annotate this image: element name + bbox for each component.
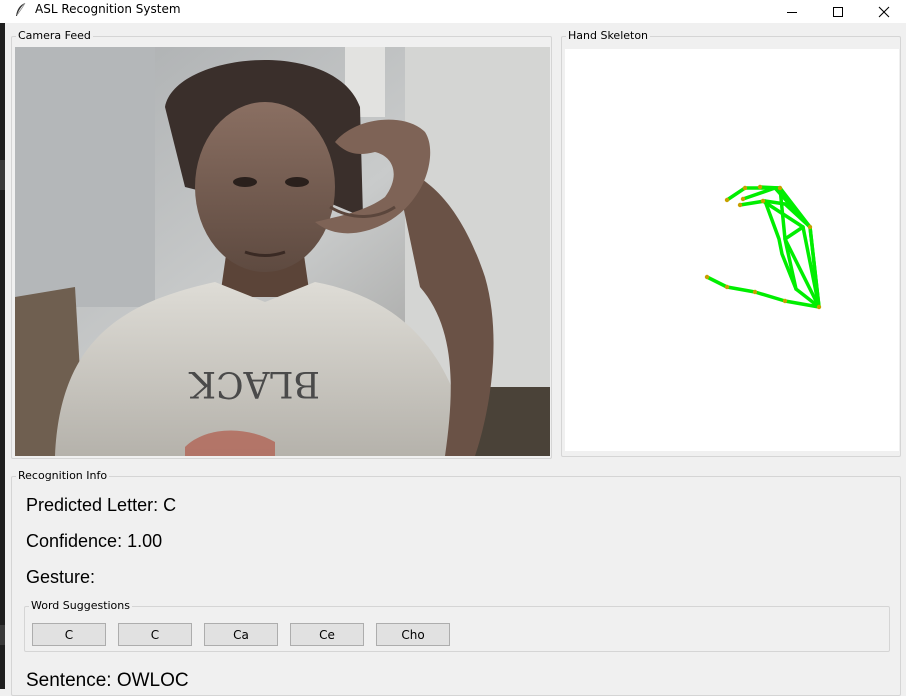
title-bar: ASL Recognition System (0, 0, 906, 23)
word-suggestion-button[interactable]: Ce (290, 623, 364, 646)
predicted-letter-text: Predicted Letter: C (26, 495, 177, 515)
recognition-info-label: Recognition Info (16, 469, 110, 483)
word-suggestion-button[interactable]: C (32, 623, 106, 646)
camera-feed-label: Camera Feed (16, 29, 93, 43)
maximize-button[interactable] (815, 0, 861, 23)
hand-skeleton-drawing (704, 184, 822, 310)
background-window-edge (0, 0, 5, 689)
recognition-info-panel: Recognition Info Predicted Letter: C Con… (11, 469, 901, 696)
word-suggestions-panel: Word Suggestions C C Ca Ce Cho (24, 599, 890, 652)
camera-feed-image: BLACK (15, 47, 550, 456)
word-suggestion-button[interactable]: C (118, 623, 192, 646)
hand-skeleton-canvas (565, 49, 899, 451)
svg-text:BLACK: BLACK (188, 363, 320, 404)
word-suggestions-label: Word Suggestions (29, 599, 132, 613)
hand-skeleton-label: Hand Skeleton (566, 29, 651, 43)
hand-skeleton-panel: Hand Skeleton (561, 29, 901, 457)
gesture-text: Gesture: (26, 567, 96, 587)
camera-feed-panel: Camera Feed BLACK (11, 29, 552, 459)
window-title: ASL Recognition System (35, 2, 181, 16)
close-button[interactable] (861, 0, 906, 23)
confidence-text: Confidence: 1.00 (26, 531, 163, 551)
feather-icon (14, 2, 28, 18)
word-suggestion-button[interactable]: Ca (204, 623, 278, 646)
word-suggestion-button[interactable]: Cho (376, 623, 450, 646)
minimize-button[interactable] (769, 0, 815, 23)
